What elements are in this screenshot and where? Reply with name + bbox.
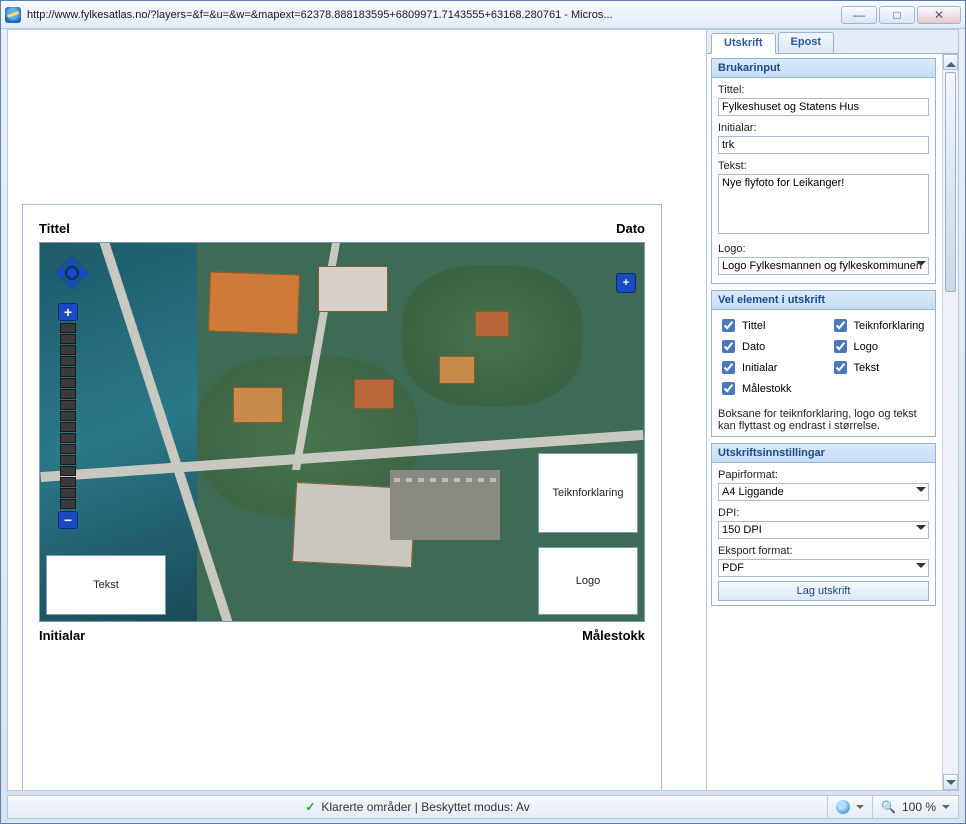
chk-malestokk[interactable]: Målestokk <box>718 379 818 398</box>
window-title: http://www.fylkesatlas.no/?layers=&f=&u=… <box>27 9 841 21</box>
pan-up-icon[interactable] <box>64 249 80 265</box>
lag-utskrift-button[interactable]: Lag utskrift <box>718 581 929 601</box>
zoom-out-button[interactable]: − <box>58 511 78 529</box>
maximize-button[interactable]: □ <box>879 6 915 24</box>
chevron-down-icon <box>856 805 864 813</box>
zoom-slider[interactable]: + − <box>58 303 78 529</box>
logo-label: Logo: <box>718 243 929 255</box>
map-building <box>475 311 509 337</box>
overlay-teiknforklaring-box[interactable]: Teiknforklaring <box>538 453 638 533</box>
tittel-input[interactable] <box>718 98 929 116</box>
eksport-select[interactable] <box>718 559 929 577</box>
client-area: Tittel Dato <box>7 29 959 791</box>
pan-down-icon[interactable] <box>64 281 80 297</box>
ie-icon <box>5 7 21 23</box>
chevron-down-icon <box>942 805 950 813</box>
tab-bar: Utskrift Epost <box>707 30 958 54</box>
print-layout-frame: Tittel Dato <box>22 204 662 791</box>
panel-brukarinput: Brukarinput Tittel: Initialar: Tekst: Lo… <box>711 58 936 284</box>
papirformat-select[interactable] <box>718 483 929 501</box>
side-panel: Utskrift Epost Brukarinput Tittel: Initi… <box>706 30 958 790</box>
status-bar: ✓ Klarerte områder | Beskyttet modus: Av… <box>7 795 959 819</box>
eksport-label: Eksport format: <box>718 545 929 557</box>
dpi-label: DPI: <box>718 507 929 519</box>
preview-tittel-label: Tittel <box>39 221 70 236</box>
tittel-label: Tittel: <box>718 84 929 96</box>
map-building <box>354 379 394 409</box>
chk-teiknforklaring[interactable]: Teiknforklaring <box>830 316 930 335</box>
initialar-input[interactable] <box>718 136 929 154</box>
overlay-tekst-box[interactable]: Tekst <box>46 555 166 615</box>
panel-header-vel-element: Vel element i utskrift <box>712 291 935 310</box>
tekst-label: Tekst: <box>718 160 929 172</box>
preview-dato-label: Dato <box>616 221 645 236</box>
map-parking <box>390 470 500 540</box>
map-viewport[interactable]: + − + Tekst <box>39 242 645 622</box>
map-building <box>318 266 388 312</box>
pan-center-icon[interactable] <box>65 266 79 280</box>
tab-utskrift[interactable]: Utskrift <box>711 33 776 54</box>
zoom-in-button[interactable]: + <box>58 303 78 321</box>
map-building <box>233 387 283 423</box>
overlay-teikn-label: Teiknforklaring <box>553 487 624 499</box>
pan-right-icon[interactable] <box>80 265 96 281</box>
checkmark-icon: ✓ <box>305 800 315 814</box>
chk-logo[interactable]: Logo <box>830 337 930 356</box>
sidebar-scrollbar[interactable] <box>942 54 958 790</box>
pan-control[interactable] <box>50 251 94 295</box>
dpi-select[interactable] <box>718 521 929 539</box>
panel-vel-element: Vel element i utskrift Tittel Dato Initi… <box>711 290 936 437</box>
map-building <box>439 356 475 384</box>
globe-icon <box>836 800 850 814</box>
magnifier-icon: 🔍 <box>881 800 896 814</box>
app-window: http://www.fylkesatlas.no/?layers=&f=&u=… <box>0 0 966 824</box>
status-trusted-text: Klarerte områder | Beskyttet modus: Av <box>321 800 529 814</box>
minimize-button[interactable]: — <box>841 6 877 24</box>
preview-initialar-label: Initialar <box>39 628 85 643</box>
zoom-track[interactable] <box>60 323 76 509</box>
panel-header-utskriftsinnstillingar: Utskriftsinnstillingar <box>712 444 935 463</box>
overlay-logo-label: Logo <box>576 575 600 587</box>
overlay-tekst-label: Tekst <box>93 579 119 591</box>
scroll-down-icon[interactable] <box>943 774 958 790</box>
close-button[interactable]: ✕ <box>917 6 961 24</box>
pan-left-icon[interactable] <box>48 265 64 281</box>
status-mode-section[interactable] <box>827 796 872 818</box>
overlay-logo-box[interactable]: Logo <box>538 547 638 615</box>
chk-dato[interactable]: Dato <box>718 337 818 356</box>
preview-pane: Tittel Dato <box>8 30 706 790</box>
chk-initialar[interactable]: Initialar <box>718 358 818 377</box>
side-body: Brukarinput Tittel: Initialar: Tekst: Lo… <box>707 54 942 790</box>
logo-select[interactable] <box>718 257 929 275</box>
tab-epost[interactable]: Epost <box>778 32 835 53</box>
chk-tittel[interactable]: Tittel <box>718 316 818 335</box>
titlebar: http://www.fylkesatlas.no/?layers=&f=&u=… <box>1 1 965 29</box>
tekst-textarea[interactable] <box>718 174 929 234</box>
scroll-up-icon[interactable] <box>943 54 958 70</box>
preview-malestokk-label: Målestokk <box>582 628 645 643</box>
vel-element-help: Boksane for teiknforklaring, logo og tek… <box>718 408 929 432</box>
status-zoom-text: 100 % <box>902 800 936 814</box>
expand-button[interactable]: + <box>616 273 636 293</box>
chk-tekst[interactable]: Tekst <box>830 358 930 377</box>
scroll-thumb[interactable] <box>945 72 956 292</box>
map-building <box>208 272 300 335</box>
panel-header-brukarinput: Brukarinput <box>712 59 935 78</box>
papirformat-label: Papirformat: <box>718 469 929 481</box>
panel-utskriftsinnstillingar: Utskriftsinnstillingar Papirformat: DPI:… <box>711 443 936 606</box>
initialar-label: Initialar: <box>718 122 929 134</box>
status-zoom-section[interactable]: 🔍 100 % <box>872 796 958 818</box>
